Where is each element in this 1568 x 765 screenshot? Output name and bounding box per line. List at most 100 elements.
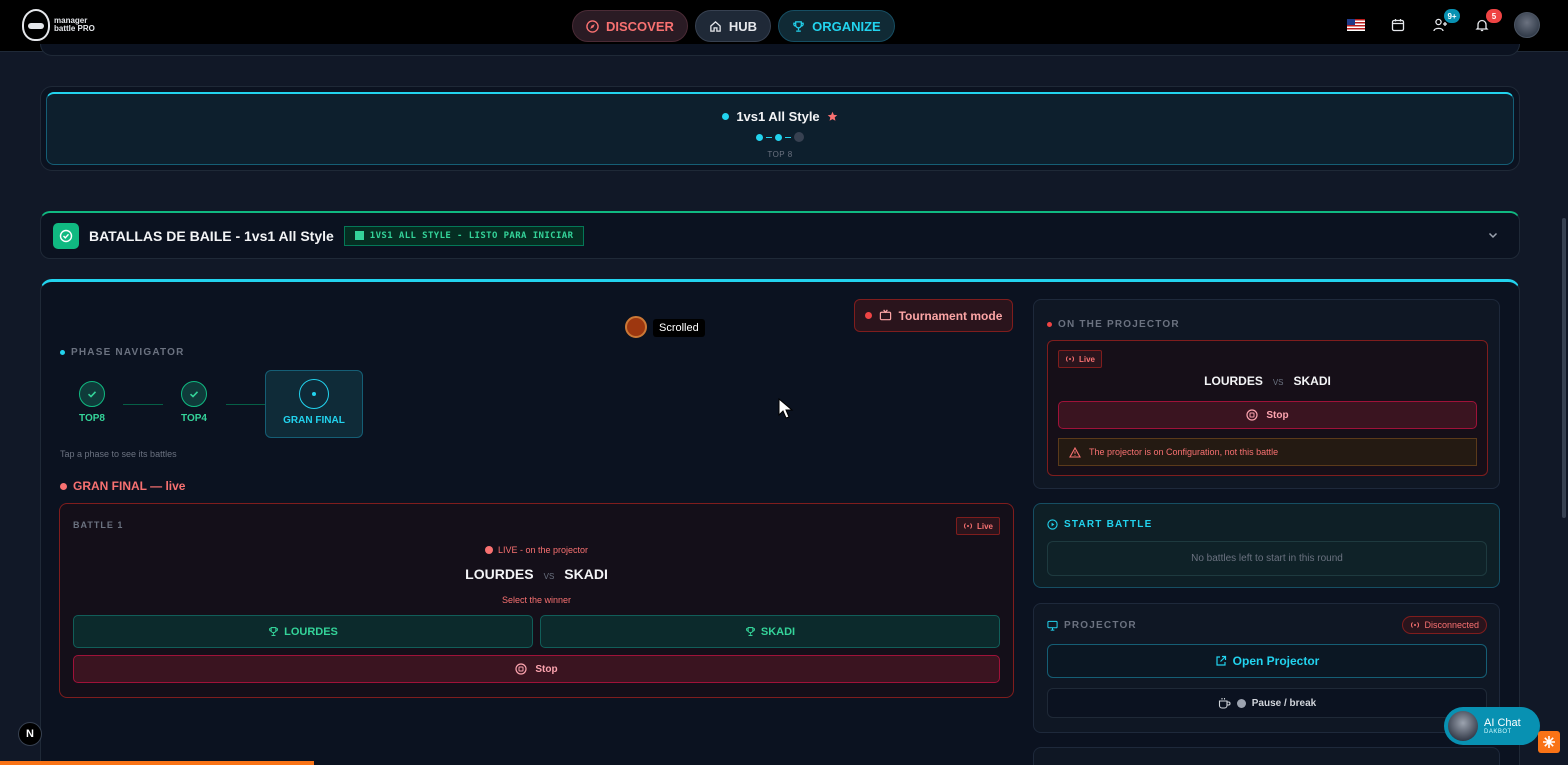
battle-stop-label: Stop	[535, 663, 558, 675]
ai-chat-button[interactable]: AI Chat DAKBOT	[1444, 707, 1540, 745]
ai-bot-avatar	[1448, 711, 1478, 741]
on-projector-dot	[1047, 322, 1052, 327]
projector-matchup: LOURDES VS SKADI	[1048, 374, 1487, 388]
start-battle-card: START BATTLE No battles left to start in…	[1033, 503, 1500, 588]
notifications-button[interactable]: 5	[1472, 9, 1502, 35]
winner-lourdes-button[interactable]: LOURDES	[73, 615, 533, 648]
scroll-indicator-dot	[625, 316, 647, 338]
app-logo[interactable]: manager battle PRO	[22, 9, 95, 41]
live-on-projector-indicator: LIVE - on the projector	[60, 545, 1013, 555]
tournament-mode-button[interactable]: Tournament mode	[854, 299, 1013, 332]
sparkle-icon[interactable]	[1538, 731, 1560, 753]
friends-button[interactable]: 9+	[1430, 9, 1460, 35]
projector-status-text: Disconnected	[1424, 620, 1479, 630]
play-circle-icon	[1047, 519, 1058, 530]
broadcast-icon	[1065, 356, 1075, 362]
us-flag-icon	[1347, 19, 1365, 31]
live-phase-heading-text: GRAN FINAL — live	[73, 479, 186, 493]
open-projector-label: Open Projector	[1232, 654, 1320, 668]
phase-step-top4[interactable]: TOP4	[176, 381, 212, 424]
on-projector-card: ON THE PROJECTOR Live LOURDES VS SKADI S…	[1033, 299, 1500, 489]
battle-live-chip: Live	[955, 517, 1000, 535]
projector-live-chip-text: Live	[1079, 354, 1096, 364]
ai-chat-title: AI Chat	[1484, 717, 1521, 729]
phase-navigator-label: PHASE NAVIGATOR	[60, 347, 185, 358]
projector-live-chip: Live	[1058, 350, 1103, 368]
vs-label: VS	[543, 572, 555, 581]
broadcast-icon	[1411, 622, 1420, 628]
page-progress-bar	[0, 761, 314, 765]
previous-card-edge	[40, 44, 1520, 56]
nav-discover-button[interactable]: DISCOVER	[572, 10, 688, 42]
stop-circle-icon	[1246, 409, 1258, 421]
next-card-edge	[1033, 747, 1500, 765]
projector-status-badge: Disconnected	[1402, 616, 1487, 634]
user-avatar[interactable]	[1514, 12, 1540, 38]
live-phase-heading: GRAN FINAL — live	[60, 479, 185, 493]
section-header[interactable]: BATALLAS DE BAILE - 1vs1 All Style 1VS1 …	[40, 211, 1520, 259]
projector-label: PROJECTOR	[1047, 620, 1137, 631]
ready-status-text: 1VS1 ALL STYLE - LISTO PARA INICIAR	[369, 230, 574, 241]
check-icon	[181, 381, 207, 407]
progress-dot-done	[775, 133, 782, 141]
phase-connector	[123, 404, 163, 405]
open-projector-button[interactable]: Open Projector	[1047, 644, 1487, 678]
start-battle-label: START BATTLE	[1047, 519, 1152, 530]
battle-label: BATTLE 1	[73, 520, 124, 530]
trophy-icon	[745, 627, 755, 636]
tournament-mode-dot	[864, 312, 872, 319]
projector-warning: The projector is on Configuration, not t…	[1058, 438, 1477, 466]
progress-dot-done	[756, 133, 763, 141]
pause-break-label: Pause / break	[1251, 697, 1317, 709]
dev-tools-badge[interactable]: N	[18, 722, 42, 746]
live-on-projector-text: LIVE - on the projector	[497, 545, 589, 555]
phase-name-gran-final: GRAN FINAL	[283, 415, 345, 426]
trophy-icon	[269, 627, 279, 636]
friends-badge: 9+	[1444, 9, 1460, 23]
battle-stop-button[interactable]: Stop	[73, 655, 1000, 683]
on-projector-label-text: ON THE PROJECTOR	[1058, 319, 1180, 330]
nav-organize-button[interactable]: ORGANIZE	[778, 10, 895, 42]
phase-navigator-dot	[60, 350, 65, 355]
nav-organize-label: ORGANIZE	[812, 18, 881, 34]
calendar-button[interactable]	[1388, 15, 1408, 35]
progress-connector	[785, 136, 791, 138]
calendar-icon	[1391, 19, 1405, 32]
chevron-down-icon[interactable]	[1487, 229, 1499, 241]
phase-name-top8: TOP8	[79, 413, 105, 424]
check-icon	[79, 381, 105, 407]
logo-robot-icon	[22, 9, 50, 41]
projector-vs-label: VS	[1272, 378, 1284, 387]
battle-matchup: LOURDES VS SKADI	[60, 566, 1013, 582]
broadcast-icon	[963, 523, 973, 529]
battle-live-chip-text: Live	[976, 521, 993, 531]
main-nav: DISCOVER HUB ORGANIZE	[572, 10, 895, 42]
live-on-projector-dot	[484, 546, 493, 554]
pause-break-button[interactable]: Pause / break	[1047, 688, 1487, 718]
trophy-icon	[793, 20, 804, 32]
phase-step-gran-final[interactable]: GRAN FINAL	[266, 379, 362, 426]
warning-triangle-icon	[1069, 446, 1081, 458]
projector-dancer-b: SKADI	[1293, 374, 1331, 388]
nav-hub-button[interactable]: HUB	[694, 10, 772, 42]
projector-stop-button[interactable]: Stop	[1058, 401, 1477, 429]
phase-navigator-text: PHASE NAVIGATOR	[71, 347, 185, 358]
compass-icon	[586, 19, 599, 33]
language-button[interactable]	[1346, 15, 1366, 35]
phase-step-top8[interactable]: TOP8	[74, 381, 110, 424]
select-winner-prompt: Select the winner	[501, 595, 572, 605]
on-projector-label: ON THE PROJECTOR	[1047, 319, 1180, 330]
projector-card: PROJECTOR Disconnected Open Projector Pa…	[1033, 603, 1500, 733]
ai-chat-subtitle: DAKBOT	[1484, 729, 1512, 735]
star-icon	[827, 111, 837, 121]
section-title: BATALLAS DE BAILE - 1vs1 All Style	[89, 227, 334, 244]
winner-skadi-button[interactable]: SKADI	[540, 615, 1000, 648]
phase-tap-hint: Tap a phase to see its battles	[60, 449, 177, 459]
pause-emoji-icon	[1236, 698, 1246, 708]
category-title-row: 1vs1 All Style	[47, 109, 1513, 124]
category-card-inner: 1vs1 All Style TOP 8	[46, 92, 1514, 165]
no-battles-message: No battles left to start in this round	[1047, 541, 1487, 576]
category-card[interactable]: 1vs1 All Style TOP 8	[40, 86, 1520, 171]
page-scrollbar[interactable]	[1562, 218, 1566, 518]
target-icon	[299, 379, 329, 409]
